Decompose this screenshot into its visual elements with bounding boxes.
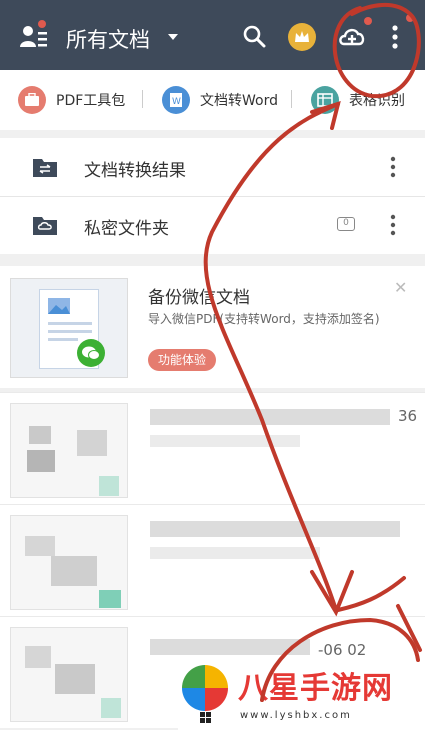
divider (291, 90, 292, 108)
feature-trial-tag[interactable]: 功能体验 (148, 349, 217, 371)
file-thumbnail (10, 403, 128, 498)
notification-dot (38, 20, 46, 28)
file-meta-blurred (150, 547, 320, 559)
file-row[interactable]: 36 (0, 392, 425, 504)
promo-thumbnail (10, 278, 128, 378)
more-options-icon[interactable] (388, 156, 398, 178)
more-options-icon[interactable] (388, 214, 398, 236)
file-thumbnail (10, 515, 128, 610)
more-options-icon[interactable] (388, 24, 402, 50)
file-row[interactable] (0, 504, 425, 616)
list-item-convert-results[interactable]: 文档转换结果 (0, 138, 425, 196)
windows-logo-icon (200, 712, 211, 723)
cloud-upload-icon[interactable] (337, 24, 367, 48)
promo-title: 备份微信文档 (148, 288, 250, 308)
divider (142, 90, 143, 108)
word-icon: W (162, 86, 190, 114)
file-title-blurred (150, 639, 310, 655)
watermark-name: 八星手游网 (238, 671, 393, 706)
folder-label: 文档转换结果 (84, 161, 186, 181)
pdf-toolkit-button[interactable]: PDF工具包 (18, 82, 125, 118)
file-meta: 36 (398, 407, 418, 425)
doc-to-word-button[interactable]: W 文档转Word (162, 82, 278, 118)
top-app-bar: 所有文档 (0, 0, 425, 70)
file-title-blurred (150, 521, 400, 537)
wechat-backup-card[interactable]: 备份微信文档 导入微信PDF(支持转Word，支持添加签名) 功能体验 ✕ (0, 266, 425, 388)
chevron-down-icon[interactable] (168, 34, 178, 40)
file-title-blurred (150, 409, 390, 425)
count-badge: 0 (337, 217, 355, 231)
private-folder-icon (33, 217, 57, 235)
site-logo-icon (182, 665, 228, 711)
file-thumbnail (10, 627, 128, 722)
tool-label: 文档转Word (200, 93, 278, 109)
menu-badge-dot (406, 14, 414, 22)
close-icon[interactable]: ✕ (394, 278, 407, 297)
wechat-icon (77, 339, 105, 367)
site-watermark: 八星手游网 www.lyshbx.com (178, 655, 425, 730)
vip-crown-icon[interactable] (288, 23, 316, 51)
list-item-private-folder[interactable]: 私密文件夹 0 (0, 196, 425, 254)
table-icon (311, 86, 339, 114)
file-meta-blurred (150, 435, 300, 447)
svg-text:W: W (172, 97, 181, 107)
toolbox-icon (18, 86, 46, 114)
divider (0, 196, 425, 197)
tool-label: PDF工具包 (56, 93, 126, 109)
page-title[interactable]: 所有文档 (66, 24, 150, 54)
search-icon[interactable] (242, 24, 266, 48)
table-recognition-button[interactable]: 表格识别 (311, 82, 405, 118)
tool-label: 表格识别 (349, 93, 405, 109)
convert-folder-icon (33, 159, 57, 177)
folder-label: 私密文件夹 (84, 219, 169, 239)
promo-subtitle: 导入微信PDF(支持转Word，支持添加签名) (148, 312, 380, 326)
watermark-url: www.lyshbx.com (240, 710, 352, 721)
cloud-badge-dot (364, 17, 372, 25)
